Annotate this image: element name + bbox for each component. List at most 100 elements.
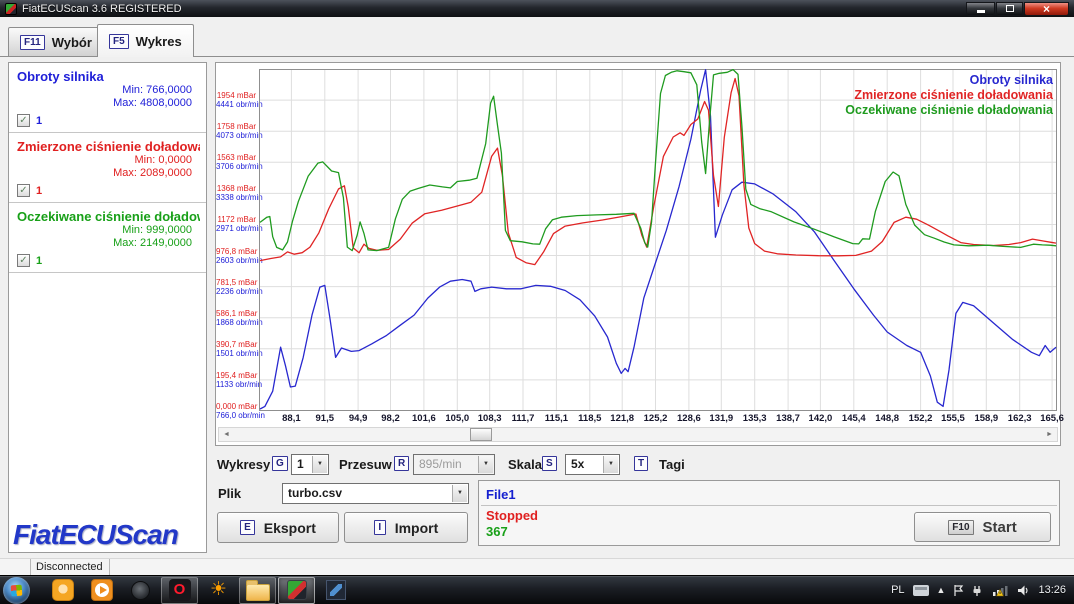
skala-label: Skala (508, 457, 542, 472)
file-value: turbo.csv (288, 486, 342, 500)
language-indicator[interactable]: PL (891, 584, 904, 596)
przesuw-value: 895/min (419, 457, 462, 471)
y-axis-labels: 0,000 mBar766,0 obr/min195,4 mBar1133 ob… (216, 63, 258, 447)
fiatecuscan-app-icon (287, 580, 307, 600)
taskbar-item-disc-app[interactable] (122, 577, 159, 604)
app-window-icon (326, 580, 346, 600)
tab-wybor[interactable]: F11 Wybór (8, 27, 104, 56)
wykresy-key-badge: G (272, 456, 288, 471)
status-bar: Disconnected (0, 558, 1074, 575)
skala-key-badge: S (542, 456, 557, 471)
chevron-down-icon: ▼ (452, 485, 467, 502)
taskbar-item-mail-app[interactable] (44, 577, 81, 604)
keyboard-icon[interactable] (913, 585, 929, 596)
wykresy-value: 1 (297, 457, 304, 471)
network-warning-icon[interactable] (992, 584, 1009, 597)
signal-row: Zmierzone ciśnienie doładowania Min: 0,0… (9, 133, 206, 203)
bottom-panel: Plik turbo.csv ▼ E Eksport I Import File… (215, 480, 1061, 546)
restore-icon (1006, 5, 1014, 12)
signal-checkbox[interactable]: ✓ (17, 184, 30, 197)
wykresy-label: Wykresy (217, 457, 270, 472)
chevron-down-icon: ▼ (312, 456, 327, 473)
chevron-down-icon: ▼ (603, 456, 618, 473)
start-button[interactable]: F10 Start (914, 512, 1051, 542)
signal-row: Obroty silnika Min: 766,0000 Max: 4808,0… (9, 63, 206, 133)
system-tray: PL ▲ 13:26 (891, 576, 1074, 604)
signal-title: Obroty silnika (17, 69, 200, 84)
y-axis-label-pair: 781,5 mBar2236 obr/min (216, 278, 256, 296)
plot-wrap: Obroty silnikaZmierzone ciśnienie dołado… (259, 69, 1057, 411)
signal-checkbox[interactable]: ✓ (17, 254, 30, 267)
eksport-key-badge: E (240, 520, 255, 535)
fiatecuscan-logo: FiatECUScan (13, 519, 178, 551)
start-label: Start (983, 519, 1017, 536)
signal-checkbox[interactable]: ✓ (17, 114, 30, 127)
windows-flag-icon (11, 584, 23, 596)
y-axis-label-pair: 1758 mBar4073 obr/min (216, 122, 256, 140)
taskbar-item-fiatecuscan-app[interactable] (278, 577, 315, 604)
signal-title: Zmierzone ciśnienie doładowania (17, 139, 200, 154)
record-file-name: File1 (481, 483, 1057, 506)
signal-max: Max: 2149,0000 (17, 237, 200, 250)
restore-button[interactable] (996, 2, 1023, 16)
import-button[interactable]: I Import (344, 512, 468, 543)
signal-min: Min: 0,0000 (17, 154, 200, 167)
taskbar-item-opera-browser[interactable]: O (161, 577, 198, 604)
chart-legend: Obroty silnikaZmierzone ciśnienie dołado… (845, 73, 1053, 118)
disc-app-icon (131, 581, 150, 600)
taskbar-item-sun-app[interactable]: ☀ (200, 577, 237, 604)
signal-sidebar: Obroty silnika Min: 766,0000 Max: 4808,0… (8, 62, 207, 553)
scroll-left-icon[interactable]: ◄ (219, 428, 234, 441)
y-axis-label-pair: 195,4 mBar1133 obr/min (216, 371, 256, 389)
fiatecuscan-window: FiatECUScan 3.6 REGISTERED × F11 Wybór F… (0, 0, 1074, 604)
record-panel: File1 Stopped 367 F10 Start (478, 480, 1060, 546)
close-button[interactable]: × (1024, 2, 1069, 16)
y-axis-label-pair: 1368 mBar3338 obr/min (216, 184, 256, 202)
eksport-label: Eksport (264, 520, 316, 536)
chevron-down-icon: ▼ (478, 456, 493, 473)
speaker-icon[interactable] (1017, 584, 1030, 597)
title-bar: FiatECUScan 3.6 REGISTERED × (0, 0, 1074, 17)
explorer-folder-icon (246, 584, 270, 601)
taskbar-item-explorer-folder[interactable] (239, 577, 276, 604)
plot-area[interactable] (259, 69, 1057, 411)
windows-taskbar: O☀ PL ▲ 13:26 (0, 575, 1074, 604)
tagi-key-badge: T (634, 456, 648, 471)
show-hidden-icons[interactable]: ▲ (937, 585, 946, 595)
wykresy-select[interactable]: 1 ▼ (291, 454, 329, 475)
taskbar-icons: O☀ (44, 577, 354, 604)
start-key-badge: F10 (948, 520, 973, 535)
minimize-button[interactable] (966, 2, 995, 16)
flag-icon[interactable] (953, 584, 964, 597)
scrollbar-thumb[interactable] (470, 428, 492, 441)
app-icon (5, 3, 17, 15)
scroll-right-icon[interactable]: ► (1042, 428, 1057, 441)
y-axis-label-pair: 976,8 mBar2603 obr/min (216, 247, 256, 265)
media-player-icon (91, 579, 113, 601)
signal-max: Max: 4808,0000 (17, 97, 200, 110)
import-label: Import (395, 520, 439, 536)
file-select[interactable]: turbo.csv ▼ (282, 483, 469, 504)
close-icon: × (1043, 3, 1050, 15)
opera-browser-icon: O (169, 579, 191, 601)
record-state: Stopped (486, 508, 538, 523)
plik-label: Plik (218, 486, 241, 501)
connection-status: Disconnected (30, 559, 110, 575)
skala-select[interactable]: 5x ▼ (565, 454, 620, 475)
taskbar-item-media-player[interactable] (83, 577, 120, 604)
taskbar-item-app-window[interactable] (317, 577, 354, 604)
clock[interactable]: 13:26 (1038, 584, 1066, 596)
legend-entry: Zmierzone ciśnienie doładowania (845, 88, 1053, 103)
tagi-label: Tagi (659, 457, 685, 472)
chart-controls: Wykresy G 1 ▼ Przesuw R 895/min ▼ Skala … (215, 453, 1061, 477)
y-axis-label-pair: 390,7 mBar1501 obr/min (216, 340, 256, 358)
signal-min: Min: 766,0000 (17, 84, 200, 97)
y-axis-label-pair: 1172 mBar2971 obr/min (216, 215, 256, 233)
start-orb-icon[interactable] (3, 577, 30, 604)
chart-scrollbar[interactable]: ◄ ► (218, 427, 1058, 442)
eksport-button[interactable]: E Eksport (217, 512, 339, 543)
przesuw-select: 895/min ▼ (413, 454, 495, 475)
signal-max: Max: 2089,0000 (17, 167, 200, 180)
plug-icon[interactable] (972, 584, 984, 597)
tab-wykres[interactable]: F5 Wykres (97, 24, 194, 57)
